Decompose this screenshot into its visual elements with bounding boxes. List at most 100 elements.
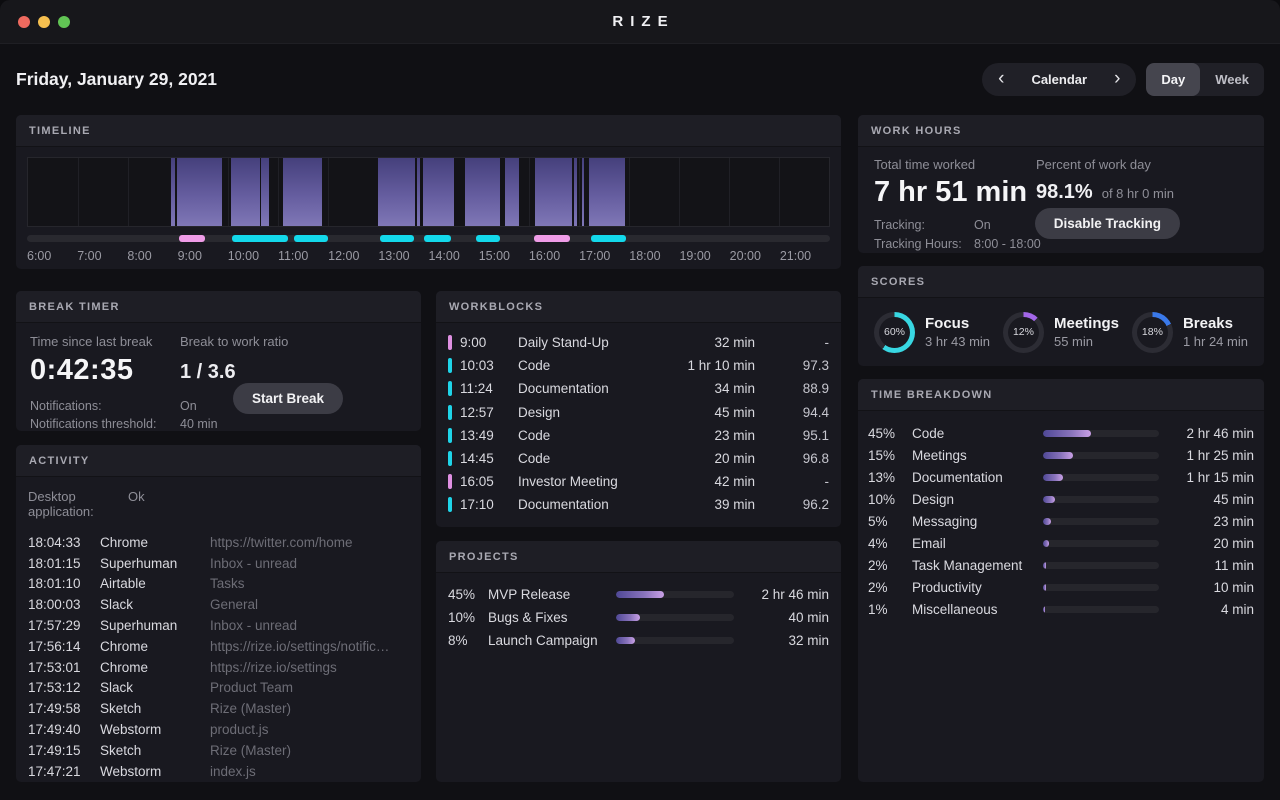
score-percent: 12% [1013,326,1034,338]
left-column: BREAK TIMER Time since last break 0:42:3… [16,291,421,782]
breakdown-bar [1043,474,1159,481]
activity-status: Desktop application: Ok [28,489,409,519]
activity-time: 18:04:33 [28,535,100,550]
workblock-time: 9:00 [460,335,510,350]
minimize-button[interactable] [38,16,50,28]
workblock-duration: 34 min [655,381,755,396]
workblock-color-chip [448,405,452,420]
timeline-hour-label: 19:00 [679,249,710,263]
main-area: TIMELINE 6:007:008:009:0010:0011:0012:00… [16,115,841,782]
time-since-break-value: 0:42:35 [30,354,180,387]
projects-body: 45% MVP Release 2 hr 46 min 10% Bugs & F… [436,573,841,782]
score-duration: 3 hr 43 min [925,334,990,349]
workblock-name: Code [518,451,647,466]
scores-panel: SCORES 60% Focus 3 hr 43 min [858,266,1264,366]
activity-app: Airtable [100,576,210,591]
notifications-threshold-value: 40 min [180,417,270,431]
activity-row: 18:01:10 Airtable Tasks [28,574,409,595]
workblocks-body: 9:00 Daily Stand-Up 32 min - 10:03 Code [436,323,841,527]
timeline-gridline [679,158,680,226]
workblock-score: 97.3 [763,358,829,373]
timeline-workblock-marker [591,235,626,242]
workblocks-panel: WORKBLOCKS 9:00 Daily Stand-Up 32 min - [436,291,841,527]
timeline-hour-label: 7:00 [77,249,101,263]
breakdown-duration: 2 hr 46 min [1159,426,1254,441]
workblock-row: 16:05 Investor Meeting 42 min - [448,470,829,493]
zoom-button[interactable] [58,16,70,28]
score-name: Breaks [1183,315,1248,332]
breakdown-name: Productivity [912,580,1043,595]
timeline-workblock-marker [424,235,451,242]
timeline-track [27,235,830,242]
timeline-workblock-marker [232,235,288,242]
score-donut-hole: 12% [1008,317,1039,348]
start-break-button[interactable]: Start Break [233,383,343,414]
timeline-gridline [529,158,530,226]
chevron-right-icon[interactable]: › [1114,69,1120,91]
tab-day[interactable]: Day [1146,63,1200,96]
workblock-score: 95.1 [763,428,829,443]
tracking-hours-label: Tracking Hours: [874,237,974,251]
timeline-activity-bar [505,158,519,226]
timeline-activity-bar [535,158,572,226]
breakdown-bar [1043,430,1159,437]
timeline-hour-label: 16:00 [529,249,560,263]
project-row: 10% Bugs & Fixes 40 min [448,606,829,629]
tab-week[interactable]: Week [1200,63,1264,96]
workblock-time: 10:03 [460,358,510,373]
projects-panel-title: PROJECTS [436,541,841,573]
timeline-gridline [579,158,580,226]
score-text: Breaks 1 hr 24 min [1183,315,1248,349]
workblock-row: 13:49 Code 23 min 95.1 [448,424,829,447]
breakdown-percent: 2% [868,558,912,573]
tracking-label: Tracking: [874,218,974,232]
timeline-chart [27,157,830,227]
score-name: Meetings [1054,315,1119,332]
breakdown-bar [1043,540,1159,547]
activity-row: 17:53:12 Slack Product Team [28,678,409,699]
workblock-score: 96.2 [763,497,829,512]
workblock-row: 9:00 Daily Stand-Up 32 min - [448,331,829,354]
breakdown-bar [1043,518,1159,525]
break-timer-body: Time since last break 0:42:35 Break to w… [16,323,421,431]
activity-detail: product.js [210,722,409,737]
score-name: Focus [925,315,990,332]
activity-app: Chrome [100,639,210,654]
breakdown-name: Miscellaneous [912,602,1043,617]
timeline-gridline [128,158,129,226]
timeline-hour-label: 21:00 [780,249,811,263]
workblock-score: - [763,335,829,350]
activity-detail: Tasks [210,576,409,591]
close-button[interactable] [18,16,30,28]
project-bar-fill [616,591,664,598]
workblock-color-chip [448,428,452,443]
calendar-button[interactable]: Calendar [1031,72,1087,87]
workblock-row: 11:24 Documentation 34 min 88.9 [448,377,829,400]
activity-panel: ACTIVITY Desktop application: Ok 18:04:3… [16,445,421,782]
activity-app: Slack [100,680,210,695]
workblock-color-chip [448,451,452,466]
workblock-color-chip [448,497,452,512]
timeline-activity-bar [423,158,453,226]
timeline-activity-bar [465,158,500,226]
workblock-row: 10:03 Code 1 hr 10 min 97.3 [448,354,829,377]
score-item: 18% Breaks 1 hr 24 min [1132,312,1248,353]
project-name: Launch Campaign [488,633,616,648]
breakdown-bar-fill [1043,606,1045,613]
disable-tracking-button[interactable]: Disable Tracking [1035,208,1180,239]
activity-time: 17:53:12 [28,680,100,695]
workblock-color-chip [448,381,452,396]
activity-row: 17:53:01 Chrome https://rize.io/settings [28,657,409,678]
project-bar-fill [616,637,635,644]
breakdown-name: Task Management [912,558,1043,573]
workblock-row: 17:10 Documentation 39 min 96.2 [448,493,829,516]
calendar-nav[interactable]: ‹ Calendar › [982,63,1136,96]
timeline-activity-bar [283,158,322,226]
breakdown-row: 13% Documentation 1 hr 15 min [868,466,1254,488]
breakdown-bar-fill [1043,452,1073,459]
chevron-left-icon[interactable]: ‹ [998,69,1004,91]
score-item: 12% Meetings 55 min [1003,312,1119,353]
timeline-hour-label: 15:00 [479,249,510,263]
desktop-app-status-label: Desktop application: [28,489,128,519]
time-since-break-label: Time since last break [30,334,180,349]
